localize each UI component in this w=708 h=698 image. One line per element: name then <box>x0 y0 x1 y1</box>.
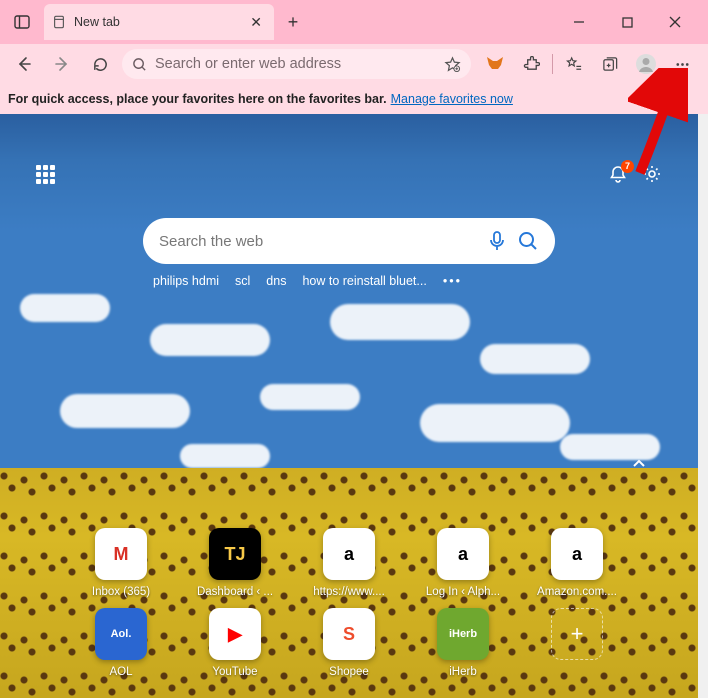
close-icon <box>669 16 681 28</box>
quicklink-label: AOL <box>79 666 163 678</box>
quicklink-label: Log In ‹ Alph... <box>421 586 505 598</box>
favorites-hint-text: For quick access, place your favorites h… <box>8 92 387 106</box>
collections-icon <box>602 56 619 73</box>
quicklink-tile: a <box>551 528 603 580</box>
star-plus-icon <box>444 56 461 73</box>
suggestion-item[interactable]: how to reinstall bluet... <box>302 274 426 288</box>
quicklink-item[interactable]: iHerb iHerb <box>421 608 505 678</box>
page-settings-button[interactable] <box>642 164 662 189</box>
suggestion-item[interactable]: scl <box>235 274 250 288</box>
quicklink-tile: a <box>437 528 489 580</box>
suggestion-item[interactable]: philips hdmi <box>153 274 219 288</box>
fox-icon <box>485 55 505 73</box>
quicklink-item[interactable]: a https://www.... <box>307 528 391 598</box>
voice-search-icon[interactable] <box>487 230 507 252</box>
favorites-button[interactable] <box>556 48 592 80</box>
web-search-box[interactable]: Search the web <box>143 218 555 264</box>
collections-button[interactable] <box>592 48 628 80</box>
quicklink-item[interactable]: ▶ YouTube <box>193 608 277 678</box>
cloud-decoration <box>150 324 270 356</box>
extension-metamask-button[interactable] <box>477 48 513 80</box>
search-suggestions: philips hdmi scl dns how to reinstall bl… <box>143 274 555 288</box>
profile-icon <box>635 53 657 75</box>
app-launcher-button[interactable] <box>36 165 60 189</box>
quicklink-item[interactable]: M Inbox (365) <box>79 528 163 598</box>
forward-button[interactable] <box>46 48 78 80</box>
quicklink-tile: ▶ <box>209 608 261 660</box>
new-tab-page: 7 Search the web philips hdmi scl dns ho… <box>0 114 698 698</box>
cloud-decoration <box>420 404 570 442</box>
quicklink-label: Inbox (365) <box>79 586 163 598</box>
titlebar: New tab ✕ + <box>0 0 708 44</box>
settings-more-button[interactable] <box>664 48 700 80</box>
cloud-decoration <box>260 384 360 410</box>
suggestions-more-button[interactable]: ••• <box>443 274 462 288</box>
chevron-up-icon <box>630 455 648 473</box>
quicklink-label: https://www.... <box>307 586 391 598</box>
quicklink-label: YouTube <box>193 666 277 678</box>
back-arrow-icon <box>15 55 33 73</box>
cloud-decoration <box>60 394 190 428</box>
forward-arrow-icon <box>53 55 71 73</box>
browser-toolbar: Search or enter web address <box>0 44 708 84</box>
tab-title: New tab <box>74 15 120 29</box>
window-close-button[interactable] <box>658 7 692 37</box>
tab-actions-icon <box>14 14 30 30</box>
quicklink-item[interactable]: TJ Dashboard ‹ ... <box>193 528 277 598</box>
address-placeholder: Search or enter web address <box>155 56 431 72</box>
suggestion-item[interactable]: dns <box>266 274 286 288</box>
cloud-decoration <box>180 444 270 468</box>
web-search-placeholder: Search the web <box>159 233 477 250</box>
cloud-decoration <box>480 344 590 374</box>
quicklink-item[interactable]: Aol. AOL <box>79 608 163 678</box>
add-quicklink-button[interactable]: + <box>551 608 603 660</box>
quick-links: M Inbox (365) TJ Dashboard ‹ ... a https://ww… <box>79 528 619 688</box>
quicklink-tile: S <box>323 608 375 660</box>
quicklink-label: iHerb <box>421 666 505 678</box>
refresh-button[interactable] <box>84 48 116 80</box>
tab-new-tab[interactable]: New tab ✕ <box>44 4 274 40</box>
minimize-icon <box>573 16 585 28</box>
quicklink-label: Shopee <box>307 666 391 678</box>
refresh-icon <box>92 56 109 73</box>
search-icon <box>132 57 147 72</box>
search-submit-icon[interactable] <box>517 230 539 252</box>
more-horizontal-icon <box>674 56 691 73</box>
quicklink-tile: iHerb <box>437 608 489 660</box>
address-bar[interactable]: Search or enter web address <box>122 49 471 79</box>
expand-feed-button[interactable] <box>630 455 648 478</box>
back-button[interactable] <box>8 48 40 80</box>
window-minimize-button[interactable] <box>562 7 596 37</box>
maximize-icon <box>622 17 633 28</box>
gear-icon <box>642 164 662 184</box>
quicklink-tile: M <box>95 528 147 580</box>
tab-close-button[interactable]: ✕ <box>246 12 266 33</box>
favorites-bar: For quick access, place your favorites h… <box>0 84 708 114</box>
quicklink-label: Dashboard ‹ ... <box>193 586 277 598</box>
cloud-decoration <box>330 304 470 340</box>
extensions-button[interactable] <box>513 48 549 80</box>
window-maximize-button[interactable] <box>610 7 644 37</box>
tab-actions-button[interactable] <box>6 6 38 38</box>
vertical-scrollbar[interactable] <box>698 114 708 698</box>
puzzle-icon <box>523 56 540 73</box>
favorite-star-button[interactable] <box>439 48 465 80</box>
quicklink-label: Amazon.com.... <box>535 586 619 598</box>
new-tab-button[interactable]: + <box>278 7 308 37</box>
toolbar-separator <box>552 54 553 74</box>
profile-button[interactable] <box>628 48 664 80</box>
cloud-decoration <box>20 294 110 322</box>
quicklink-item[interactable]: a Amazon.com.... <box>535 528 619 598</box>
quicklink-item[interactable]: S Shopee <box>307 608 391 678</box>
star-lines-icon <box>566 56 583 73</box>
notification-badge: 7 <box>621 160 634 173</box>
notifications-button[interactable]: 7 <box>608 164 628 189</box>
ntp-topbar: 7 <box>36 164 662 189</box>
manage-favorites-link[interactable]: Manage favorites now <box>391 92 513 106</box>
quicklink-item[interactable]: a Log In ‹ Alph... <box>421 528 505 598</box>
quicklink-tile: a <box>323 528 375 580</box>
quicklink-tile: Aol. <box>95 608 147 660</box>
quicklink-tile: TJ <box>209 528 261 580</box>
page-icon <box>52 15 66 29</box>
